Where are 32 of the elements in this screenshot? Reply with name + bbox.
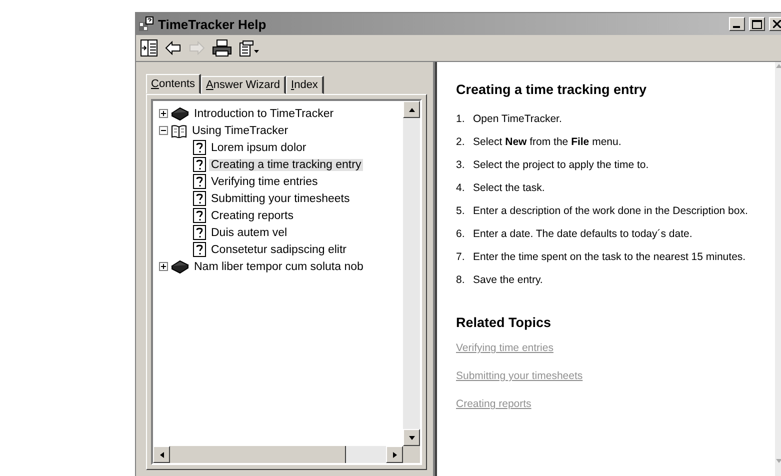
step-text: Enter the time spent on the task to the nearest 15 minutes. [473, 250, 746, 262]
topic-title: Creating a time tracking entry [456, 82, 648, 97]
window-title: TimeTracker Help [158, 16, 268, 32]
tree-item[interactable]: Verifying time entries [209, 176, 320, 188]
tree-item[interactable]: Creating a time tracking entry [209, 158, 364, 170]
tree-item[interactable]: Submitting your timesheets [209, 192, 352, 204]
step-number: 8. [456, 274, 466, 286]
tree-item[interactable]: Nam liber tempor cum soluta nob [192, 260, 366, 272]
tree-item[interactable]: Introduction to TimeTracker [192, 108, 336, 120]
tree-item[interactable]: Duis autem vel [209, 226, 290, 238]
tree-item[interactable]: Consetetur sadipscing elitr [209, 244, 349, 256]
tree-item[interactable]: Creating reports [209, 210, 296, 222]
step-number: 4. [456, 182, 466, 194]
step-number: 1. [456, 112, 466, 124]
step-text: Select New from the File menu. [473, 136, 622, 148]
step-number: 3. [456, 158, 466, 170]
tab[interactable]: Index [286, 76, 324, 94]
step-number: 2. [456, 136, 466, 148]
step-text: Open TimeTracker. [473, 112, 562, 124]
tree-item[interactable]: Lorem ipsum dolor [209, 142, 308, 154]
related-topics-heading: Related Topics [456, 315, 552, 330]
step-number: 5. [456, 204, 466, 216]
step-number: 7. [456, 250, 466, 262]
step-text: Select the task. [473, 182, 545, 194]
step-text: Select the project to apply the time to. [473, 158, 649, 170]
step-text: Enter a date. The date defaults to today´s date. [473, 228, 692, 240]
step-text: Save the entry. [473, 274, 543, 286]
tab[interactable]: Answer Wizard [201, 76, 286, 94]
step-text: Enter a description of the work done in the Description box. [473, 204, 748, 216]
step-number: 6. [456, 228, 466, 240]
tree-item[interactable]: Using TimeTracker [190, 124, 290, 136]
tab[interactable]: Contents [146, 74, 202, 94]
